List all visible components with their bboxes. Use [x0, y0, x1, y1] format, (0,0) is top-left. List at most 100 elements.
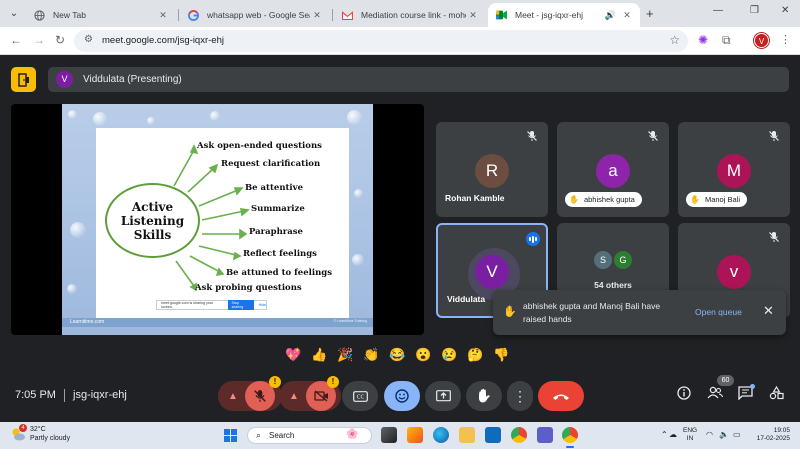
volume-icon[interactable]: 🔈 [719, 430, 729, 439]
teams-icon[interactable] [537, 427, 553, 443]
other-avatar: G [614, 251, 632, 269]
raised-hand-icon: ✋ [503, 306, 517, 318]
tab-meet[interactable]: Meet - jsg-iqxr-ehj 🔊 ✕ [488, 3, 640, 27]
leave-call-button[interactable] [538, 381, 584, 411]
browser-menu-icon[interactable]: ⋮ [780, 33, 791, 46]
region-code: IN [686, 435, 694, 442]
close-tab-icon[interactable]: ✕ [310, 10, 324, 21]
extensions-puzzle-icon[interactable]: ⧉ [722, 33, 731, 48]
share-notice-text: meet.google.com is sharing your screen. [161, 301, 213, 309]
reaction-thinking[interactable]: 🤔 [466, 345, 485, 364]
site-info-icon[interactable]: ⚙ [84, 34, 93, 45]
stop-sharing-button[interactable]: Stop sharing [228, 300, 254, 310]
reaction-surprised[interactable]: 😮 [414, 345, 433, 364]
people-icon[interactable] [707, 386, 724, 403]
input-language[interactable]: ENG IN [683, 427, 697, 443]
mic-off-icon [254, 390, 266, 402]
battery-icon[interactable]: ▭ [733, 430, 741, 439]
participant-tile[interactable]: a ✋ abhishek gupta [557, 122, 669, 217]
meeting-details-info-icon[interactable] [677, 386, 691, 403]
close-window-icon[interactable]: ✕ [781, 5, 789, 16]
tab-search-button[interactable]: ⌄ [5, 5, 23, 23]
presenter-banner[interactable]: V Viddulata (Presenting) [48, 67, 789, 92]
speaking-indicator-icon [526, 232, 540, 246]
forward-icon[interactable]: → [33, 33, 45, 47]
restore-icon[interactable]: ❐ [750, 5, 759, 16]
presentation-stage[interactable]: Active Listening Skills Ask open-ended q… [11, 104, 424, 335]
globe-icon [34, 9, 45, 21]
more-vert-icon: ⋮ [513, 387, 527, 404]
file-explorer-icon[interactable] [459, 427, 475, 443]
audio-playing-icon[interactable]: 🔊 [605, 10, 616, 21]
reaction-sparkling-heart[interactable]: 💖 [284, 345, 303, 364]
wifi-icon[interactable]: ◠ [706, 430, 713, 439]
extension-gem-icon[interactable]: ✺ [698, 33, 708, 47]
present-screen-button[interactable] [425, 381, 461, 411]
others-count-label: 54 others [594, 280, 632, 290]
tray-overflow-icon[interactable]: ⌃ [661, 430, 668, 439]
reaction-party-popper[interactable]: 🎉 [336, 345, 355, 364]
windows-start-icon[interactable] [224, 429, 237, 442]
bookmark-star-icon[interactable]: ☆ [669, 33, 680, 47]
outlook-icon[interactable] [485, 427, 501, 443]
mic-off-icon [769, 232, 779, 242]
tab-new-tab[interactable]: New Tab ✕ [26, 3, 176, 27]
tab-whatsapp-search[interactable]: whatsapp web - Google Search ✕ [180, 3, 330, 27]
chrome-profile-icon[interactable] [562, 427, 578, 443]
address-bar[interactable]: ⚙ meet.google.com/jsg-iqxr-ehj ☆ [74, 30, 688, 52]
raise-hand-button[interactable]: ✋ [466, 381, 502, 411]
close-tab-icon[interactable]: ✕ [156, 10, 170, 21]
mic-warning-badge: ! [269, 376, 281, 388]
skill-item: Ask open-ended questions [197, 141, 322, 151]
more-options-button[interactable]: ⋮ [507, 381, 533, 411]
participant-tile[interactable]: M ✋ Manoj Bali [678, 122, 790, 217]
chrome-icon[interactable] [511, 427, 527, 443]
room-exit-icon[interactable] [11, 67, 36, 92]
participant-tile[interactable]: R Rohan Kamble [436, 122, 548, 217]
taskbar-search-box[interactable]: ⌕ Search 🌸 [247, 427, 372, 444]
close-tab-icon[interactable]: ✕ [620, 10, 634, 21]
minimize-icon[interactable]: — [713, 5, 723, 16]
close-tab-icon[interactable]: ✕ [466, 10, 480, 21]
raised-hand-chip: ✋ abhishek gupta [565, 192, 642, 207]
reaction-sad[interactable]: 😢 [440, 345, 459, 364]
camera-off-icon [313, 390, 328, 402]
tab-mediation-course[interactable]: Mediation course link - mohod ✕ [334, 3, 486, 27]
back-icon[interactable]: ← [10, 33, 22, 47]
water-drop [93, 112, 107, 126]
water-drop [68, 110, 77, 119]
emoji-reactions-button[interactable] [384, 381, 420, 411]
footer-copyright: © Learnitime Training [333, 319, 367, 323]
reaction-joy[interactable]: 😂 [388, 345, 407, 364]
skill-item: Be attuned to feelings [226, 268, 332, 278]
reaction-thumbs-down[interactable]: 👎 [492, 345, 511, 364]
profile-avatar[interactable]: V [754, 33, 769, 48]
reload-icon[interactable]: ↻ [55, 33, 65, 47]
cloud-icon[interactable]: ☁ [669, 430, 677, 439]
participant-avatar: R [475, 154, 509, 188]
raised-hand-icon: ✋ [690, 195, 700, 204]
active-app-indicator [566, 446, 574, 448]
participant-avatar: V [475, 255, 509, 289]
open-queue-button[interactable]: Open queue [695, 307, 742, 317]
divider [64, 389, 65, 402]
water-drop [67, 284, 77, 294]
system-clock[interactable]: 19:05 17-02-2025 [754, 427, 790, 443]
edge-icon[interactable] [433, 427, 449, 443]
captions-button[interactable]: CC [342, 381, 378, 411]
chevron-up-icon: ▲ [228, 390, 238, 402]
url-text: meet.google.com/jsg-iqxr-ehj [102, 35, 224, 46]
reaction-thumbs-up[interactable]: 👍 [310, 345, 329, 364]
task-view-icon[interactable] [381, 427, 397, 443]
meet-icon [496, 10, 507, 21]
activities-icon[interactable] [769, 385, 784, 403]
copilot-icon[interactable] [407, 427, 423, 443]
mic-options-button[interactable]: ▲ [218, 381, 248, 411]
new-tab-button[interactable]: + [646, 6, 654, 21]
hide-button[interactable]: Hide [259, 303, 266, 307]
participant-avatar: a [596, 154, 630, 188]
camera-options-button[interactable]: ▲ [279, 381, 309, 411]
close-notification-icon[interactable]: ✕ [763, 303, 774, 319]
reaction-clap[interactable]: 👏 [362, 345, 381, 364]
search-label: Search [269, 431, 295, 440]
